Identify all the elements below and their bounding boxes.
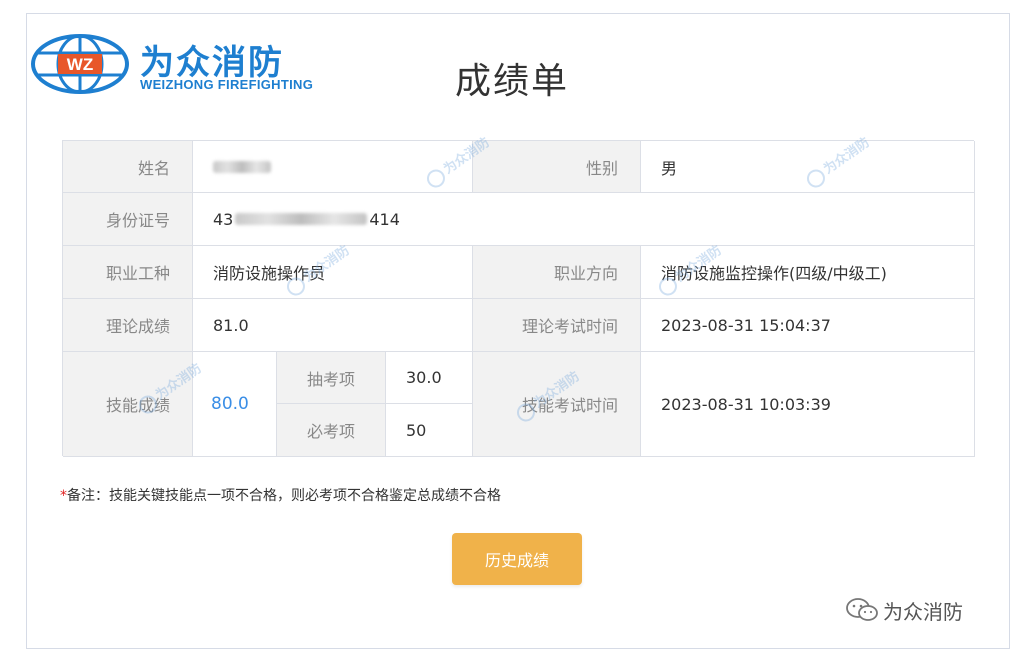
name-value xyxy=(193,141,473,193)
history-scores-button[interactable]: 历史成绩 xyxy=(452,533,582,585)
theory-score-label: 理论成绩 xyxy=(63,299,193,352)
remark-star: * xyxy=(60,488,67,504)
skill-time-value: 2023-08-31 10:03:39 xyxy=(641,352,975,457)
remark-note: *备注：技能关键技能点一项不合格，则必考项不合格鉴定总成绩不合格 xyxy=(60,485,501,505)
direction-label: 职业方向 xyxy=(473,246,641,299)
page-title: 成绩单 xyxy=(454,61,569,102)
occupation-label: 职业工种 xyxy=(63,246,193,299)
theory-time-label: 理论考试时间 xyxy=(473,299,641,352)
theory-time-value: 2023-08-31 15:04:37 xyxy=(641,299,975,352)
skill-time-label: 技能考试时间 xyxy=(473,352,641,457)
wechat-icon xyxy=(846,598,878,621)
id-redacted xyxy=(235,213,368,225)
score-table: 姓名 性别 男 身份证号 43 414 职业工种 消防设施操作员 职业方向 消防… xyxy=(62,135,975,457)
name-label: 姓名 xyxy=(63,141,193,193)
name-redacted xyxy=(213,160,271,173)
skill-score-number: 80.0 xyxy=(211,394,249,414)
random-item-label: 抽考项 xyxy=(277,352,386,404)
wechat-account: 为众消防 xyxy=(845,596,963,624)
random-item-value: 30.0 xyxy=(386,352,473,404)
id-suffix: 414 xyxy=(369,209,400,229)
id-value: 43 414 xyxy=(193,193,975,246)
required-item-label: 必考项 xyxy=(277,404,386,457)
theory-score-value: 81.0 xyxy=(193,299,473,352)
occupation-value: 消防设施操作员 xyxy=(193,246,473,299)
gender-value: 男 xyxy=(641,141,975,193)
skill-score-label: 技能成绩 xyxy=(63,352,193,457)
wechat-account-name: 为众消防 xyxy=(883,599,963,624)
id-prefix: 43 xyxy=(213,209,234,229)
gender-label: 性别 xyxy=(473,141,641,193)
direction-value: 消防设施监控操作(四级/中级工) xyxy=(641,246,975,299)
id-label: 身份证号 xyxy=(63,193,193,246)
skill-score-value: 80.0 xyxy=(193,352,277,457)
required-item-value: 50 xyxy=(386,404,473,457)
remark-text: 备注：技能关键技能点一项不合格，则必考项不合格鉴定总成绩不合格 xyxy=(67,488,501,504)
